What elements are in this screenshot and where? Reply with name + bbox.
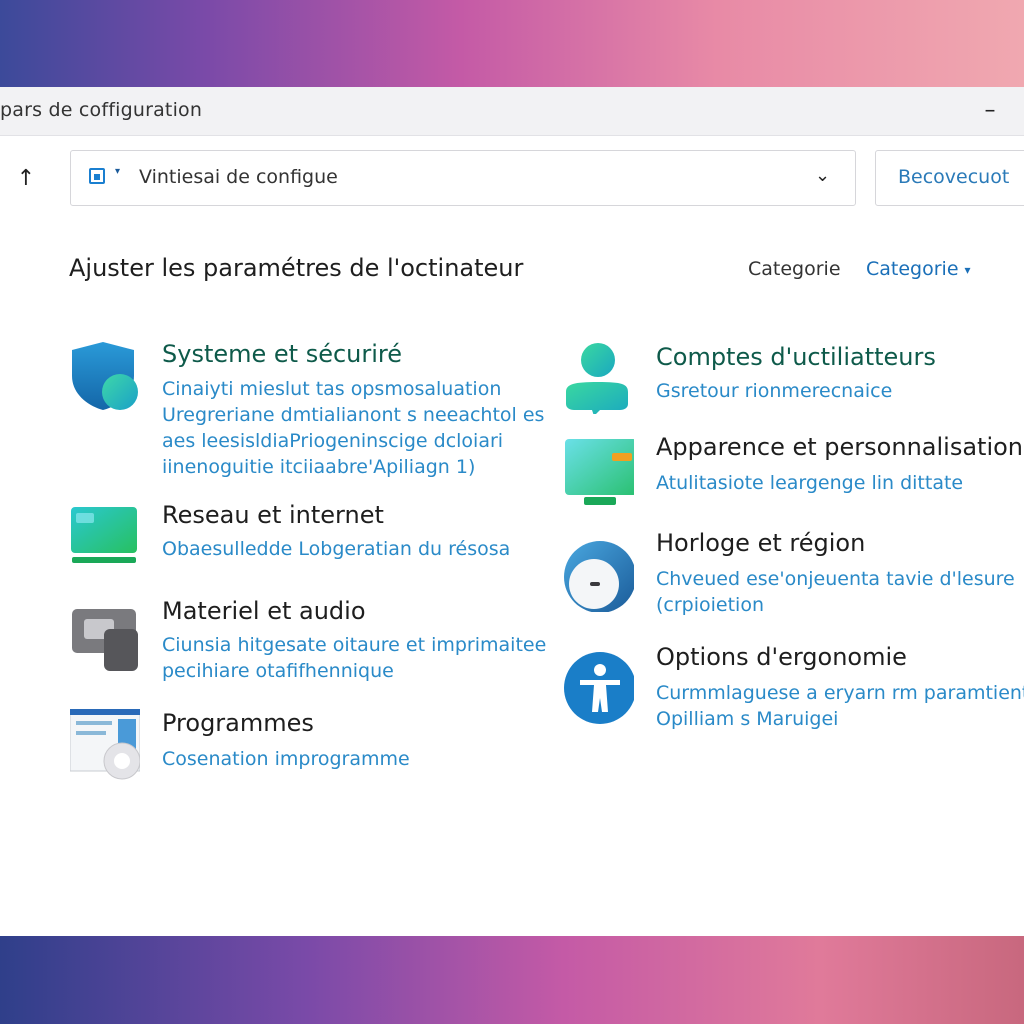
category-title[interactable]: Horloge et région xyxy=(656,529,865,557)
category-title[interactable]: Programmes xyxy=(162,709,314,737)
view-by-dropdown[interactable]: Categorie ▾ xyxy=(866,258,971,280)
description-line[interactable]: Atulitasiote leargenge lin dittate xyxy=(656,470,963,496)
window-title: pars de coffiguration xyxy=(0,99,203,121)
network-monitor-icon[interactable] xyxy=(70,507,140,579)
category-description: Curmmlaguese a eryarn rm paramtient Opil… xyxy=(656,680,1024,732)
category-description: Chveued ese'onjeuenta tavie d'lesure (cr… xyxy=(656,566,1015,618)
search-input[interactable]: Becovecuot xyxy=(875,150,1024,206)
category-description: Obaesulledde Lobgeratian du résosa xyxy=(162,536,510,562)
page-title: Ajuster les paramétres de l'octinateur xyxy=(69,254,524,282)
accessibility-icon[interactable] xyxy=(564,652,634,724)
address-path[interactable]: Vintiesai de configue xyxy=(139,166,338,188)
category-description: Gsretour rionmerecnaice xyxy=(656,378,892,404)
description-line[interactable]: Obaesulledde Lobgeratian du résosa xyxy=(162,536,510,562)
clock-region-icon[interactable] xyxy=(564,540,634,612)
description-line[interactable]: aes leesisldiaPriogeninscige dcloiari xyxy=(162,428,544,454)
description-line[interactable]: Ciunsia hitgesate oitaure et imprimaitee xyxy=(162,632,546,658)
category-title[interactable]: Reseau et internet xyxy=(162,501,384,529)
programs-icon[interactable] xyxy=(70,709,140,781)
description-line[interactable]: Cosenation improgramme xyxy=(162,746,410,772)
address-bar[interactable]: ▾ Vintiesai de configue ⌄ xyxy=(70,150,856,206)
description-line[interactable]: Cinaiyti mieslut tas opsmosaluation xyxy=(162,376,544,402)
search-placeholder[interactable]: Becovecuot xyxy=(898,166,1009,188)
control-panel-window: pars de coffiguration – ↑ ▾ Vintiesai de… xyxy=(0,87,1024,936)
up-arrow-icon[interactable]: ↑ xyxy=(12,165,40,193)
view-by-label: Categorie xyxy=(748,258,841,280)
category-title[interactable]: Materiel et audio xyxy=(162,597,366,625)
description-line[interactable]: Gsretour rionmerecnaice xyxy=(656,378,892,404)
user-accounts-icon[interactable] xyxy=(564,342,634,414)
category-title[interactable]: Systeme et sécuriré xyxy=(162,340,402,368)
desktop-background-bottom xyxy=(0,936,1024,1024)
description-line[interactable]: Curmmlaguese a eryarn rm paramtient xyxy=(656,680,1024,706)
address-caret-icon[interactable]: ▾ xyxy=(115,166,120,177)
category-description: Atulitasiote leargenge lin dittate xyxy=(656,470,963,496)
description-line[interactable]: Opilliam s Maruigei xyxy=(656,706,1024,732)
description-line[interactable]: Uregreriane dmtialianont s neeachtol es xyxy=(162,402,544,428)
category-description: Ciunsia hitgesate oitaure et imprimaitee… xyxy=(162,632,546,684)
category-description: Cinaiyti mieslut tas opsmosaluation Ureg… xyxy=(162,376,544,480)
appearance-monitor-icon[interactable] xyxy=(564,439,634,511)
control-panel-icon xyxy=(89,168,105,184)
view-by-value[interactable]: Categorie xyxy=(866,258,959,280)
caret-down-icon[interactable]: ▾ xyxy=(965,263,971,277)
chevron-down-icon[interactable]: ⌄ xyxy=(815,165,830,186)
minimize-button[interactable]: – xyxy=(976,93,1004,129)
category-title[interactable]: Options d'ergonomie xyxy=(656,643,907,671)
category-description: Cosenation improgramme xyxy=(162,746,410,772)
description-line[interactable]: (crpioietion xyxy=(656,592,1015,618)
description-line[interactable]: Chveued ese'onjeuenta tavie d'lesure xyxy=(656,566,1015,592)
description-line[interactable]: pecihiare otafifhennique xyxy=(162,658,546,684)
category-title[interactable]: Apparence et personnalisation xyxy=(656,433,1023,461)
title-bar: pars de coffiguration – xyxy=(0,87,1024,136)
hardware-audio-icon[interactable] xyxy=(70,607,140,679)
category-title[interactable]: Comptes d'uctiliatteurs xyxy=(656,343,936,371)
shield-icon[interactable] xyxy=(70,340,140,412)
description-line[interactable]: iinenoguitie itciiaabre'Apiliagn 1) xyxy=(162,454,544,480)
